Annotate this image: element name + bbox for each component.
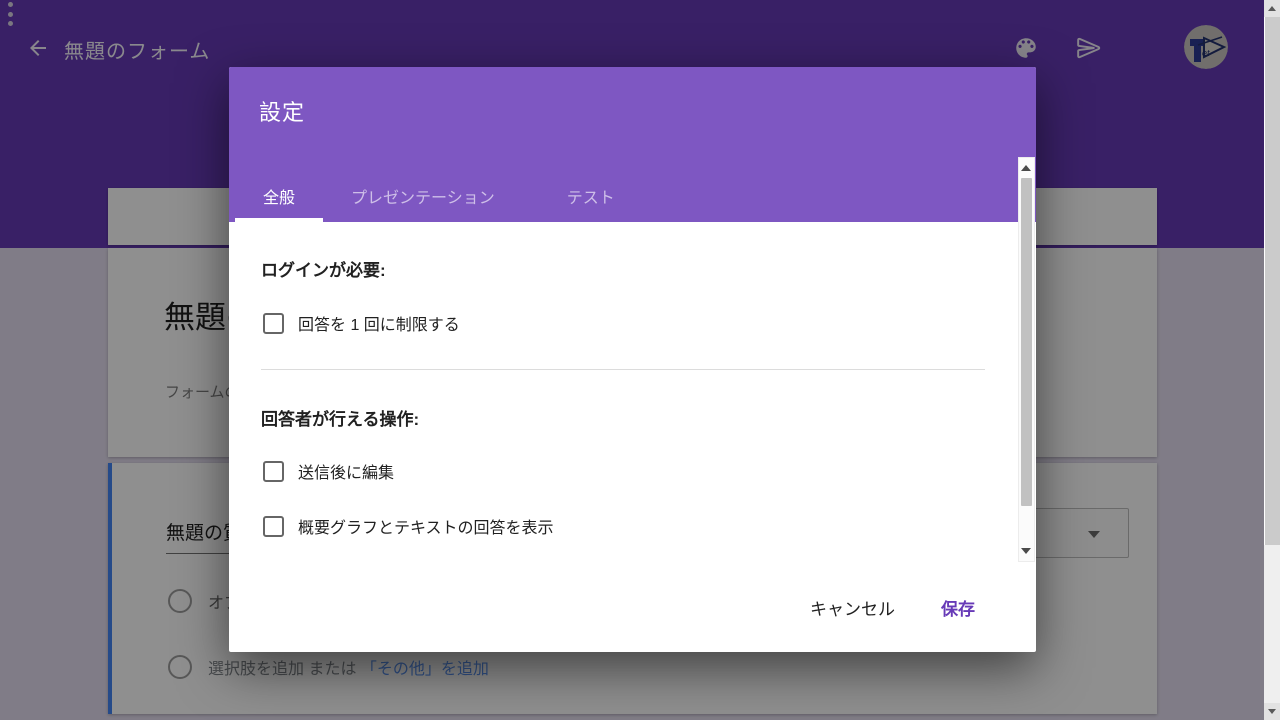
cancel-button[interactable]: キャンセル: [794, 592, 911, 628]
page-scrollbar[interactable]: [1264, 0, 1280, 720]
settings-dialog: 設定 全般 プレゼンテーション テスト ログインが必要: 回答を 1 回に制限す…: [229, 67, 1036, 652]
tab-quiz[interactable]: テスト: [539, 176, 643, 222]
dialog-title: 設定: [259, 95, 305, 127]
settings-dialog-header: 設定 全般 プレゼンテーション テスト: [229, 67, 1036, 222]
dialog-footer: キャンセル 保存: [229, 568, 1036, 652]
scroll-down-arrow-icon[interactable]: [1021, 548, 1031, 554]
save-button[interactable]: 保存: [925, 592, 991, 628]
scroll-up-arrow-icon[interactable]: [1264, 0, 1280, 17]
checkbox-row-limit-one-response[interactable]: 回答を 1 回に制限する: [263, 311, 460, 335]
dialog-scrollbar-thumb[interactable]: [1021, 178, 1032, 506]
google-forms-editor: 無題のフォーム et 無題のフォーム フォームの説明 無題の質問 オプション: [0, 0, 1280, 720]
active-tab-underline: [235, 218, 323, 222]
checkbox-label: 回答を 1 回に制限する: [298, 311, 460, 335]
checkbox-icon[interactable]: [263, 313, 284, 334]
section-divider: [261, 369, 985, 370]
checkbox-row-show-summary-charts[interactable]: 概要グラフとテキストの回答を表示: [263, 514, 554, 538]
settings-tabs: 全般 プレゼンテーション テスト: [235, 176, 643, 222]
checkbox-icon[interactable]: [263, 461, 284, 482]
scroll-down-arrow-icon[interactable]: [1264, 703, 1280, 720]
scroll-up-arrow-icon[interactable]: [1021, 165, 1031, 171]
tab-presentation[interactable]: プレゼンテーション: [323, 176, 523, 222]
checkbox-label: 送信後に編集: [298, 459, 394, 483]
tab-general[interactable]: 全般: [235, 176, 323, 222]
checkbox-row-edit-after-submit[interactable]: 送信後に編集: [263, 459, 394, 483]
section-heading-login-required: ログインが必要:: [261, 256, 386, 281]
page-scrollbar-thumb[interactable]: [1264, 17, 1280, 545]
checkbox-icon[interactable]: [263, 516, 284, 537]
dialog-scrollbar[interactable]: [1018, 157, 1035, 562]
section-heading-respondent-actions: 回答者が行える操作:: [261, 405, 419, 430]
checkbox-label: 概要グラフとテキストの回答を表示: [298, 514, 554, 538]
